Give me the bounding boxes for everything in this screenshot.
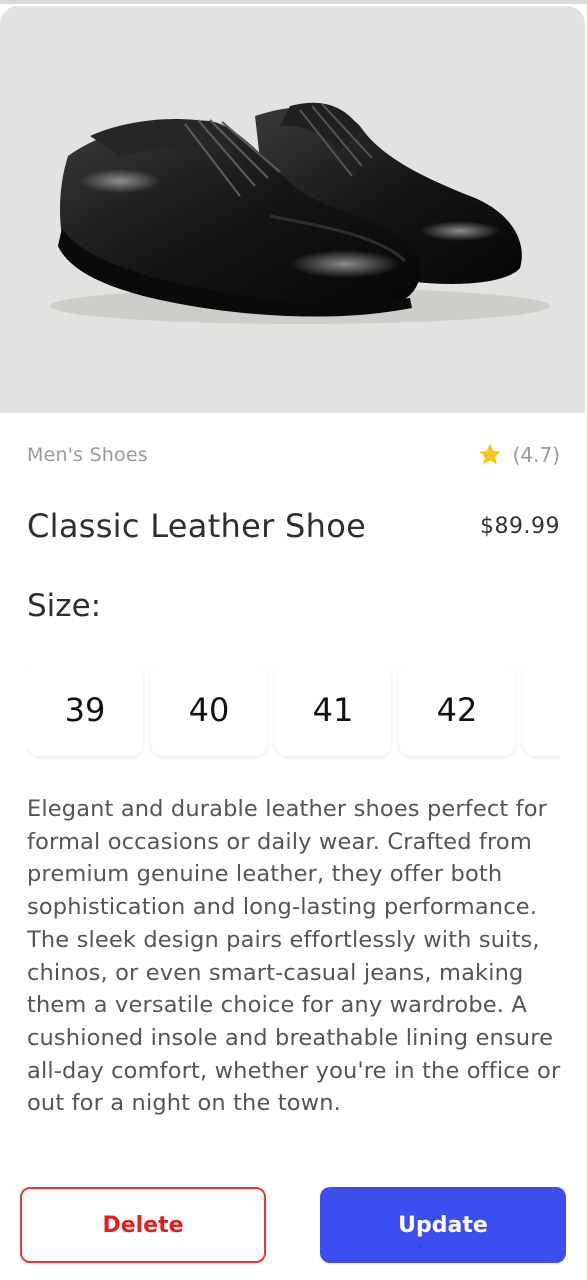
product-title: Classic Leather Shoe [27, 507, 367, 545]
size-option[interactable]: 39 [27, 664, 143, 756]
size-label: Size: [27, 588, 102, 624]
size-selector[interactable]: 39 40 41 42 [27, 664, 560, 760]
size-option[interactable]: 40 [151, 664, 267, 756]
star-icon [477, 442, 503, 467]
product-description: Elegant and durable leather shoes perfec… [27, 796, 561, 1117]
update-button[interactable]: Update [320, 1187, 566, 1263]
product-category: Men's Shoes [27, 444, 148, 466]
top-divider [0, 0, 587, 4]
product-image [0, 6, 585, 413]
shoe-illustration [50, 102, 550, 324]
product-price: $89.99 [480, 514, 560, 539]
size-option-partial[interactable] [523, 664, 560, 756]
rating-value: (4.7) [512, 442, 560, 467]
product-rating: (4.7) [477, 442, 560, 467]
size-list: 39 40 41 42 [27, 664, 560, 756]
delete-button[interactable]: Delete [20, 1187, 266, 1263]
size-option[interactable]: 41 [275, 664, 391, 756]
size-option[interactable]: 42 [399, 664, 515, 756]
